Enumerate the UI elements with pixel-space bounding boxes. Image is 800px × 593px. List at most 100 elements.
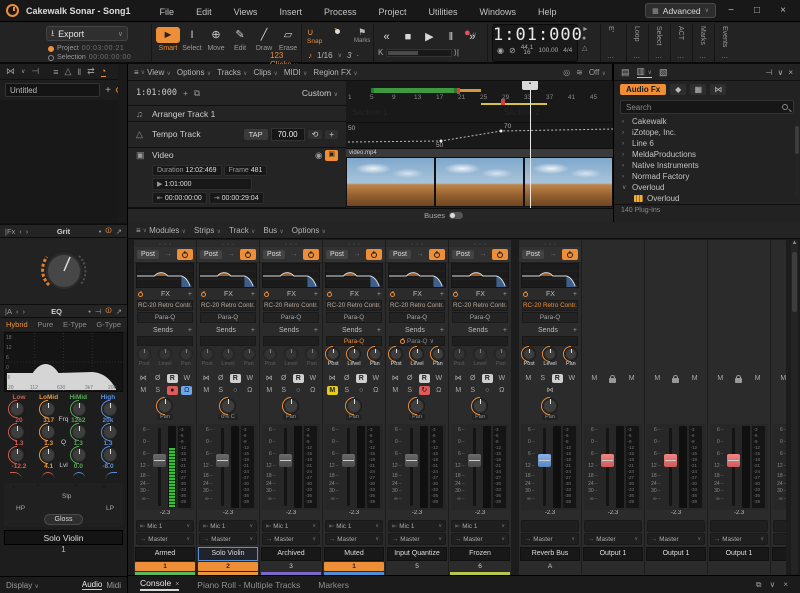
tab-piano-roll[interactable]: Piano Roll - Multiple Tracks [197,580,300,590]
export-button[interactable]: ⭳ Export ∨ [46,26,128,41]
phase-button[interactable]: Ø [404,374,415,383]
workspace-selector[interactable]: ▦ Advanced ∨ [645,3,716,18]
marks-button[interactable]: ⚑Marks [354,27,370,44]
eq-mini-graph[interactable] [136,263,194,288]
eq-tab-e-type[interactable]: E-Type [63,320,87,329]
video-trim-out[interactable]: ⇥ 00:00:29:04 [209,192,264,204]
eq-tab-g-type[interactable]: G-Type [96,320,121,329]
interleave-button[interactable]: ⋈ [138,374,149,383]
eq-post-button[interactable]: Post [137,250,159,259]
strip-name[interactable]: Muted [324,547,384,561]
arranger-track-header[interactable]: ♫Arranger Track 1 [128,106,346,122]
send-knob-level[interactable]: Level [284,348,297,367]
mute-button[interactable]: M [390,386,401,395]
send-knob-post[interactable]: Post [201,348,213,367]
fader-cap[interactable] [405,454,418,467]
export-selection-radio[interactable]: Selection 00:00:00:00 [48,54,131,61]
tempo-value[interactable]: 100.00 [538,47,558,54]
send-knob-post[interactable]: Post [390,348,402,367]
ripple-edit-icon[interactable]: ≋ [576,68,583,77]
input-selector[interactable] [647,520,705,532]
playhead-line[interactable] [530,81,531,208]
tempo-envelope-lane[interactable]: 50 50 70 [346,122,613,148]
off-selector[interactable]: Off ∨ [589,68,606,77]
hamburger-icon[interactable]: ≡ [136,226,141,235]
console-menu-bus[interactable]: Bus ∨ [263,226,283,235]
fx-slot-2[interactable]: Para-Q [389,312,445,323]
console-menu-modules[interactable]: Modules ∨ [149,226,186,235]
eq-tab-hybrid[interactable]: Hybrid [6,320,28,329]
mixer-strip[interactable]: ⌄⌄⌄ Post → FX + Sends + PostLeve [582,240,644,575]
interleave-button[interactable]: ⋈ [264,374,275,383]
volume-fader[interactable] [216,426,229,508]
notes-tab-icon[interactable]: ▧ [659,67,668,78]
output-selector[interactable]: →Master∨ [262,533,320,545]
mute-button[interactable]: M [453,386,464,395]
fader-cap[interactable] [664,454,677,467]
fx-power-icon[interactable] [523,292,528,297]
volume-fader[interactable] [538,426,551,508]
fx-add-button[interactable]: + [440,291,444,298]
eq-band-knob[interactable] [41,425,55,439]
input-echo-button[interactable]: ○ [293,386,304,395]
volume-fader[interactable] [153,426,166,508]
console-scrollbar[interactable]: ▲ [791,240,798,575]
input-selector[interactable] [710,520,768,532]
pan-control[interactable]: 0% C [197,396,259,422]
eq-mini-graph[interactable] [325,263,383,288]
tree-item[interactable]: ›Normad Factory [614,171,800,182]
solo-button[interactable]: S [467,386,478,395]
input-selector[interactable]: ⇤Mic 1∨ [262,520,320,532]
interleave-button[interactable]: ⋈ [545,386,556,395]
minimize-button[interactable]: − [720,5,742,16]
input-selector[interactable]: ⇤Mic 1∨ [199,520,257,532]
close-button[interactable]: × [772,5,794,16]
arranger-section-2[interactable]: Section 2 [498,107,613,122]
output-selector[interactable]: →Master∨ [199,533,257,545]
send-knob-pan[interactable]: Pan [565,348,577,367]
eq-power-button[interactable] [303,249,319,260]
output-selector[interactable]: →Master∨ [584,533,642,545]
gloss-button[interactable]: Gloss [44,514,84,525]
phase-button[interactable]: Ø [467,374,478,383]
menu-views[interactable]: Views [223,7,269,17]
menu-process[interactable]: Process [313,7,368,17]
routing-tab-icon[interactable]: ⇄ [87,66,95,77]
eq-mini-graph[interactable] [388,263,446,288]
menu-windows[interactable]: Windows [469,7,528,17]
fx-slot-1[interactable]: RC-20 Retro Contr... [137,300,193,311]
module-tab-marks[interactable]: Marks⋯ [692,24,712,62]
output-selector[interactable] [773,533,786,545]
module-tab-mix[interactable]: E'⋯ [600,24,620,62]
fx-add-button[interactable]: + [251,291,255,298]
tree-item[interactable]: ›Line 6 [614,138,800,149]
add-button[interactable]: + [105,85,111,96]
output-selector[interactable]: →Master∨ [521,533,579,545]
send-add-button[interactable]: + [251,327,255,334]
prochannel-tab-icon[interactable]: ◔ [101,66,106,77]
menu-file[interactable]: File [149,7,186,17]
eq-post-button[interactable]: Post [389,250,411,259]
phones-button[interactable]: Ω [496,386,507,395]
fx-slot-2[interactable]: Para-Q [522,312,578,323]
phase-button[interactable]: Ø [278,374,289,383]
record-button[interactable]: ● ∨ [464,27,477,39]
solo-button[interactable]: S [152,386,163,395]
send-knob-post[interactable]: Post [327,348,339,367]
volume-fader[interactable] [664,426,677,508]
console-menu-track[interactable]: Track ∨ [229,226,255,235]
lens-selector[interactable]: Custom ∨ [302,88,338,98]
meter-tab-icon[interactable]: ‖ [77,67,81,77]
menu-insert[interactable]: Insert [268,7,313,17]
input-selector[interactable]: ⇤Mic 1∨ [136,520,194,532]
input-echo-button[interactable]: ○ [356,386,367,395]
input-selector[interactable]: ⇤Mic 1∨ [388,520,446,532]
write-automation-button[interactable]: W [370,374,381,383]
pan-control[interactable]: Pan [323,396,385,422]
video-track-header[interactable]: ▣ Video ◉ ▣ Duration 12:02:469Frame 481 … [128,148,346,208]
send-slot[interactable] [263,336,319,346]
inspector-track-area[interactable] [0,100,127,224]
input-echo-button[interactable]: ○ [482,386,493,395]
fx-slot-1[interactable]: RC-20 Retro Contr... [452,300,508,311]
module-tab-loop[interactable]: Loop⋯ [626,24,646,62]
